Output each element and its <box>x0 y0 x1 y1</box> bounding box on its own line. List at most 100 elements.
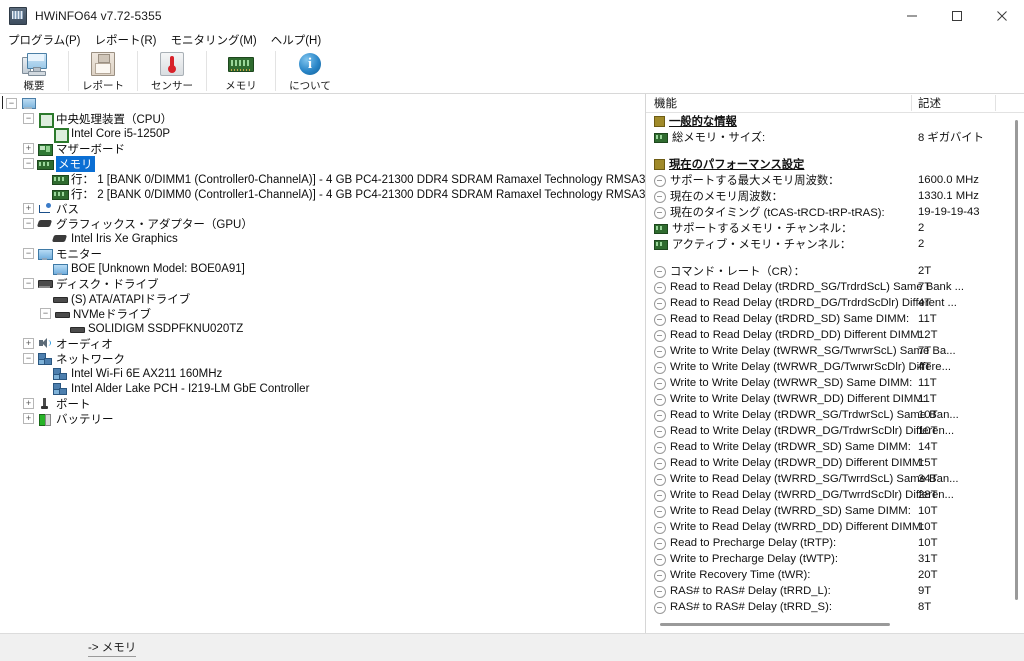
collapse-icon[interactable]: − <box>23 353 34 364</box>
toolbar-button-memory[interactable]: メモリ <box>211 49 271 93</box>
expand-icon[interactable]: + <box>23 143 34 154</box>
motherboard-icon <box>37 142 56 156</box>
toolbar-separator <box>68 51 69 91</box>
details-row[interactable]: 現在のタイミング (tCAS-tRCD-tRP-tRAS): 19-19-19-4… <box>646 204 1024 220</box>
minimize-icon[interactable] <box>889 0 934 31</box>
menu-item-help[interactable]: ヘルプ(H) <box>271 32 321 48</box>
detail-bullet-icon <box>654 329 666 342</box>
collapse-icon[interactable]: − <box>23 248 34 259</box>
details-row[interactable]: Read to Read Delay (tRDRD_SD) Same DIMM:… <box>646 311 1024 327</box>
details-row[interactable]: Write to Write Delay (tWRWR_DG/TwrwrScDl… <box>646 359 1024 375</box>
menu-item-report[interactable]: レポート(R) <box>94 32 156 48</box>
scrollbar-thumb[interactable] <box>1015 120 1018 600</box>
details-row[interactable]: 現在のメモリ周波数： 1330.1 MHz <box>646 188 1024 204</box>
scrollbar-thumb[interactable] <box>660 623 890 626</box>
memory-module-icon <box>228 51 254 77</box>
collapse-icon[interactable]: − <box>23 278 34 289</box>
tree-item[interactable]: SOLIDIGM SSDPFKNU020TZ <box>0 321 645 336</box>
device-tree[interactable]: − − 中央処理装置（CPU） Intel Core i5-1250P + マザーボード −… <box>0 94 645 426</box>
detail-bullet-icon <box>654 265 666 278</box>
tree-item[interactable]: 行： 1 [BANK 0/DIMM1 (Controller0-ChannelA… <box>0 171 645 186</box>
collapse-icon[interactable]: − <box>40 308 51 319</box>
details-row[interactable]: Read to Read Delay (tRDRD_DG/TrdrdScDlr)… <box>646 295 1024 311</box>
tree-item[interactable]: + オーディオ <box>0 336 645 351</box>
details-section-row[interactable]: 一般的な情報 <box>646 113 1024 129</box>
details-row[interactable]: Read to Write Delay (tRDWR_DG/TrdwrScDlr… <box>646 423 1024 439</box>
detail-bullet-icon <box>654 521 666 534</box>
network-icon <box>52 367 71 380</box>
details-list[interactable]: 一般的な情報 総メモリ・サイズ: 8 ギガバイト 現在のパフォーマンス設定 サポートする… <box>646 113 1024 615</box>
details-row[interactable]: Write to Read Delay (tWRRD_SG/TwrrdScL) … <box>646 471 1024 487</box>
toolbar-button-summary[interactable]: 概要 <box>4 49 64 93</box>
details-row[interactable]: Read to Precharge Delay (tRTP): 10T <box>646 535 1024 551</box>
expand-icon[interactable]: + <box>23 203 34 214</box>
menu-item-program[interactable]: プログラム(P) <box>8 32 80 48</box>
details-row[interactable]: Write to Read Delay (tWRRD_DD) Different… <box>646 519 1024 535</box>
tree-item[interactable]: + バス <box>0 201 645 216</box>
details-row[interactable]: Read to Read Delay (tRDRD_DD) Different … <box>646 327 1024 343</box>
details-row[interactable]: アクティブ・メモリ・チャンネル： 2 <box>646 236 1024 252</box>
details-section-row[interactable]: 現在のパフォーマンス設定 <box>646 156 1024 172</box>
collapse-icon[interactable]: − <box>23 113 34 124</box>
tree-item[interactable]: 行： 2 [BANK 0/DIMM0 (Controller1-ChannelA… <box>0 186 645 201</box>
tree-item[interactable]: + ポート <box>0 396 645 411</box>
tree-item[interactable]: − グラフィックス・アダプター（GPU） <box>0 216 645 231</box>
toolbar-button-sensors[interactable]: センサー <box>142 49 202 93</box>
device-tree-panel[interactable]: − − 中央処理装置（CPU） Intel Core i5-1250P + マザーボード −… <box>0 94 646 633</box>
tree-item[interactable]: − モニター <box>0 246 645 261</box>
tree-item[interactable]: − NVMeドライブ <box>0 306 645 321</box>
details-panel[interactable]: 機能 記述 一般的な情報 総メモリ・サイズ: 8 ギガバイト 現在のパフォーマンス設定… <box>646 94 1024 633</box>
collapse-icon[interactable]: − <box>6 98 17 109</box>
window-title: HWiNFO64 v7.72-5355 <box>35 8 162 23</box>
close-icon[interactable] <box>979 0 1024 31</box>
details-row[interactable]: コマンド・レート（CR）： 2T <box>646 263 1024 279</box>
details-row[interactable]: Read to Write Delay (tRDWR_SD) Same DIMM… <box>646 439 1024 455</box>
details-row[interactable]: RAS# to RAS# Delay (tRRD_L): 9T <box>646 583 1024 599</box>
tree-item[interactable]: Intel Iris Xe Graphics <box>0 231 645 246</box>
details-row[interactable]: Write Recovery Time (tWR): 20T <box>646 567 1024 583</box>
details-row[interactable]: Write to Read Delay (tWRRD_SD) Same DIMM… <box>646 503 1024 519</box>
tree-item[interactable]: BOE [Unknown Model: BOE0A91] <box>0 261 645 276</box>
details-row[interactable]: RAS# to RAS# Delay (tRRD_S): 8T <box>646 599 1024 615</box>
expand-icon[interactable]: + <box>23 398 34 409</box>
details-horizontal-scrollbar[interactable] <box>650 620 1008 629</box>
tree-item[interactable]: − <box>0 96 645 111</box>
details-row[interactable]: サポートする最大メモリ周波数： 1600.0 MHz <box>646 172 1024 188</box>
collapse-icon[interactable]: − <box>23 218 34 229</box>
column-header-feature[interactable]: 機能 <box>654 95 677 111</box>
collapse-icon[interactable]: − <box>23 158 34 169</box>
tree-item-label: マザーボード <box>56 143 125 156</box>
details-row[interactable]: サポートするメモリ・チャンネル： 2 <box>646 220 1024 236</box>
tree-item[interactable]: − ネットワーク <box>0 351 645 366</box>
details-row[interactable]: 総メモリ・サイズ: 8 ギガバイト <box>646 129 1024 145</box>
column-header-description[interactable]: 記述 <box>918 95 941 111</box>
expand-icon[interactable]: + <box>23 338 34 349</box>
tree-item[interactable]: + マザーボード <box>0 141 645 156</box>
details-row[interactable]: Read to Write Delay (tRDWR_SG/TrdwrScL) … <box>646 407 1024 423</box>
toolbar-button-about[interactable]: i について <box>280 49 340 93</box>
tree-item[interactable]: Intel Core i5-1250P <box>0 126 645 143</box>
menu-item-monitoring[interactable]: モニタリング(M) <box>170 32 256 48</box>
details-row[interactable]: Write to Read Delay (tWRRD_DG/TwrrdScDlr… <box>646 487 1024 503</box>
expand-icon[interactable]: + <box>23 413 34 424</box>
tree-item[interactable]: − ディスク・ドライブ <box>0 276 645 291</box>
details-row[interactable]: Write to Write Delay (tWRWR_SG/TwrwrScL)… <box>646 343 1024 359</box>
details-row[interactable]: Write to Write Delay (tWRWR_SD) Same DIM… <box>646 375 1024 391</box>
tree-item[interactable]: (S) ATA/ATAPIドライブ <box>0 291 645 306</box>
details-row-value: 4T <box>918 297 932 309</box>
details-row[interactable]: Read to Write Delay (tRDWR_DD) Different… <box>646 455 1024 471</box>
tree-item[interactable]: Intel Alder Lake PCH - I219-LM GbE Contr… <box>0 381 645 396</box>
tree-item[interactable]: Intel Wi-Fi 6E AX211 160MHz <box>0 366 645 381</box>
tree-item[interactable]: − メモリ <box>0 155 645 172</box>
details-row[interactable]: Read to Read Delay (tRDRD_SG/TrdrdScL) S… <box>646 279 1024 295</box>
tree-item[interactable]: − 中央処理装置（CPU） <box>0 111 645 128</box>
maximize-icon[interactable] <box>934 0 979 31</box>
column-divider[interactable] <box>911 95 912 111</box>
toolbar-separator <box>275 51 276 91</box>
details-row[interactable]: Write to Precharge Delay (tWTP): 31T <box>646 551 1024 567</box>
details-row[interactable]: Write to Write Delay (tWRWR_DD) Differen… <box>646 391 1024 407</box>
column-divider[interactable] <box>995 95 996 111</box>
details-vertical-scrollbar[interactable] <box>1011 114 1022 611</box>
tree-item[interactable]: + バッテリー <box>0 411 645 426</box>
toolbar-button-report[interactable]: レポート <box>73 49 133 93</box>
